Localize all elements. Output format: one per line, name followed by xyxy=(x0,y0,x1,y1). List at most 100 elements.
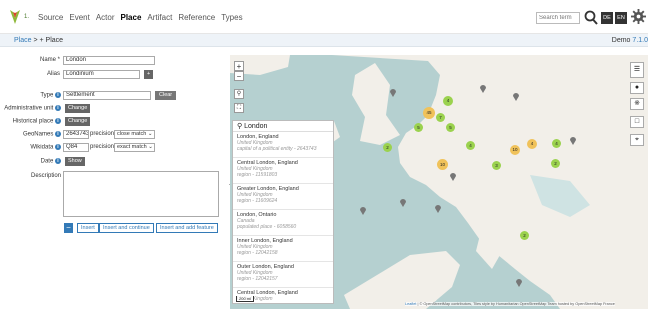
nav-source[interactable]: Source xyxy=(38,13,63,22)
map-pin-icon[interactable] xyxy=(516,279,522,287)
map-search-input[interactable]: ⚲ London xyxy=(233,121,333,132)
zoom-out-button[interactable]: − xyxy=(234,71,244,81)
result-detail: region - 11591803 xyxy=(237,172,278,178)
name-field[interactable]: London xyxy=(63,56,155,65)
logo-text: 1. xyxy=(24,14,30,20)
nav-artifact[interactable]: Artifact xyxy=(147,13,172,22)
cluster-marker[interactable]: 4 xyxy=(443,96,453,106)
map-attribution: Leaflet | © OpenStreetMap contributors, … xyxy=(405,302,615,306)
map-pin-icon[interactable] xyxy=(390,89,396,97)
search-map-icon[interactable]: ⚲ xyxy=(234,89,244,99)
search-result-item[interactable]: London, Ontario Canada populated place -… xyxy=(233,210,333,236)
search-icon[interactable] xyxy=(584,10,598,26)
cluster-toggle-icon[interactable]: ※ xyxy=(630,98,644,110)
add-alias-button[interactable]: + xyxy=(144,70,153,79)
geonames-info-icon[interactable]: i xyxy=(55,131,61,137)
result-detail: region - 12042158 xyxy=(237,250,278,256)
breadcrumb-current: + Place xyxy=(39,37,64,44)
layers-icon[interactable]: ☰ xyxy=(630,62,644,78)
chevron-down-icon: ⌄ xyxy=(148,144,153,150)
map-scale: 200 mi xyxy=(236,296,255,302)
geonames-precision-select[interactable]: close match ⌄ xyxy=(114,130,155,139)
attribution-text: | © OpenStreetMap contributors, Tiles st… xyxy=(417,302,615,306)
date-label-text: Date xyxy=(40,158,54,165)
map-pin-icon[interactable] xyxy=(450,173,456,181)
insert-button[interactable]: Insert xyxy=(77,223,99,233)
search-result-item[interactable]: Outer London, England United Kingdom reg… xyxy=(233,262,333,288)
geonames-precision-label: precision xyxy=(90,131,115,137)
lang-de-button[interactable]: DE xyxy=(601,12,613,24)
collapse-icon[interactable]: − xyxy=(64,223,73,233)
date-show-button[interactable]: Show xyxy=(65,157,85,166)
insert-add-feature-button[interactable]: Insert and add feature xyxy=(156,223,218,233)
wikidata-id-field[interactable]: Q84 xyxy=(63,143,89,152)
cluster-marker[interactable]: 4 xyxy=(527,139,537,149)
description-textarea[interactable] xyxy=(63,171,219,217)
fullscreen-icon[interactable]: ⛶ xyxy=(234,103,244,113)
cluster-marker[interactable]: 5 xyxy=(414,123,423,132)
nav-reference[interactable]: Reference xyxy=(178,13,215,22)
map-pin-icon[interactable] xyxy=(570,137,576,145)
historical-place-label: Historical place i xyxy=(0,118,61,125)
insert-continue-button[interactable]: Insert and continue xyxy=(99,223,154,233)
cluster-marker[interactable]: 5 xyxy=(446,123,455,132)
search-result-item[interactable]: Greater London, England United Kingdom r… xyxy=(233,184,333,210)
admin-unit-info-icon[interactable]: i xyxy=(55,105,61,111)
nav-place[interactable]: Place xyxy=(121,13,142,22)
map-pin-icon[interactable] xyxy=(400,199,406,207)
geonames-precision-value: close match xyxy=(117,131,147,137)
openatlas-logo-icon[interactable] xyxy=(8,9,22,25)
type-info-icon[interactable]: i xyxy=(55,92,61,98)
result-detail: region - 12042157 xyxy=(237,276,278,282)
cluster-marker[interactable]: 2 xyxy=(551,159,560,168)
map-pin-icon[interactable] xyxy=(480,85,486,93)
lang-en-button[interactable]: EN xyxy=(615,12,627,24)
type-clear-button[interactable]: Clear xyxy=(155,91,177,100)
wikidata-info-icon[interactable]: i xyxy=(55,144,61,150)
nav-types[interactable]: Types xyxy=(221,13,242,22)
map-pin-icon[interactable] xyxy=(435,205,441,213)
search-result-item[interactable]: Central London, England United Kingdom r… xyxy=(233,158,333,184)
historical-place-info-icon[interactable]: i xyxy=(55,118,61,124)
alias-field[interactable]: Londinium xyxy=(63,70,140,79)
nav-actor[interactable]: Actor xyxy=(96,13,115,22)
result-detail: capital of a political entity - 2643743 xyxy=(237,146,317,152)
cluster-marker[interactable]: 4 xyxy=(466,141,475,150)
draw-square-icon[interactable]: □ xyxy=(630,116,644,128)
search-icon: ⚲ xyxy=(237,123,243,130)
gear-icon[interactable] xyxy=(631,9,646,24)
map-pin-icon[interactable] xyxy=(513,93,519,101)
date-info-icon[interactable]: i xyxy=(55,158,61,164)
map-pin-icon[interactable] xyxy=(360,207,366,215)
wikidata-precision-select[interactable]: exact match ⌄ xyxy=(114,143,155,152)
geonames-label: GeoNames i xyxy=(10,131,61,138)
cluster-marker[interactable]: 2 xyxy=(383,143,392,152)
cluster-marker[interactable]: 45 xyxy=(423,107,435,119)
breadcrumb-bar xyxy=(0,34,648,47)
draw-polygon-icon[interactable]: ⌖ xyxy=(630,134,644,146)
zoom-in-button[interactable]: + xyxy=(234,61,244,71)
search-result-item[interactable]: Inner London, England United Kingdom reg… xyxy=(233,236,333,262)
type-field[interactable]: Settlement xyxy=(63,91,151,100)
historical-place-change-button[interactable]: Change xyxy=(65,117,91,126)
breadcrumb-place-link[interactable]: Place xyxy=(14,37,32,44)
nav-event[interactable]: Event xyxy=(69,13,89,22)
cluster-marker[interactable]: 4 xyxy=(552,139,561,148)
cluster-marker[interactable]: 10 xyxy=(510,145,520,155)
breadcrumb-separator: > xyxy=(33,37,38,44)
cluster-marker[interactable]: 10 xyxy=(437,159,448,170)
cluster-marker[interactable]: 7 xyxy=(436,113,445,122)
cluster-marker[interactable]: 2 xyxy=(520,231,529,240)
map-search-query: London xyxy=(244,123,268,130)
admin-unit-change-button[interactable]: Change xyxy=(65,104,91,113)
search-input[interactable] xyxy=(536,12,580,24)
geonames-id-field[interactable]: 2643743 xyxy=(63,130,89,139)
admin-unit-label: Administrative unit i xyxy=(0,105,61,112)
version-number[interactable]: 7.1.0 xyxy=(632,37,648,44)
marker-toggle-icon[interactable]: ● xyxy=(630,82,644,94)
cluster-marker[interactable]: 3 xyxy=(492,161,501,170)
geonames-label-text: GeoNames xyxy=(22,131,54,138)
wikidata-label-text: Wikidata xyxy=(30,144,54,151)
leaflet-link[interactable]: Leaflet xyxy=(405,302,416,306)
search-result-item[interactable]: London, England United Kingdom capital o… xyxy=(233,132,333,158)
